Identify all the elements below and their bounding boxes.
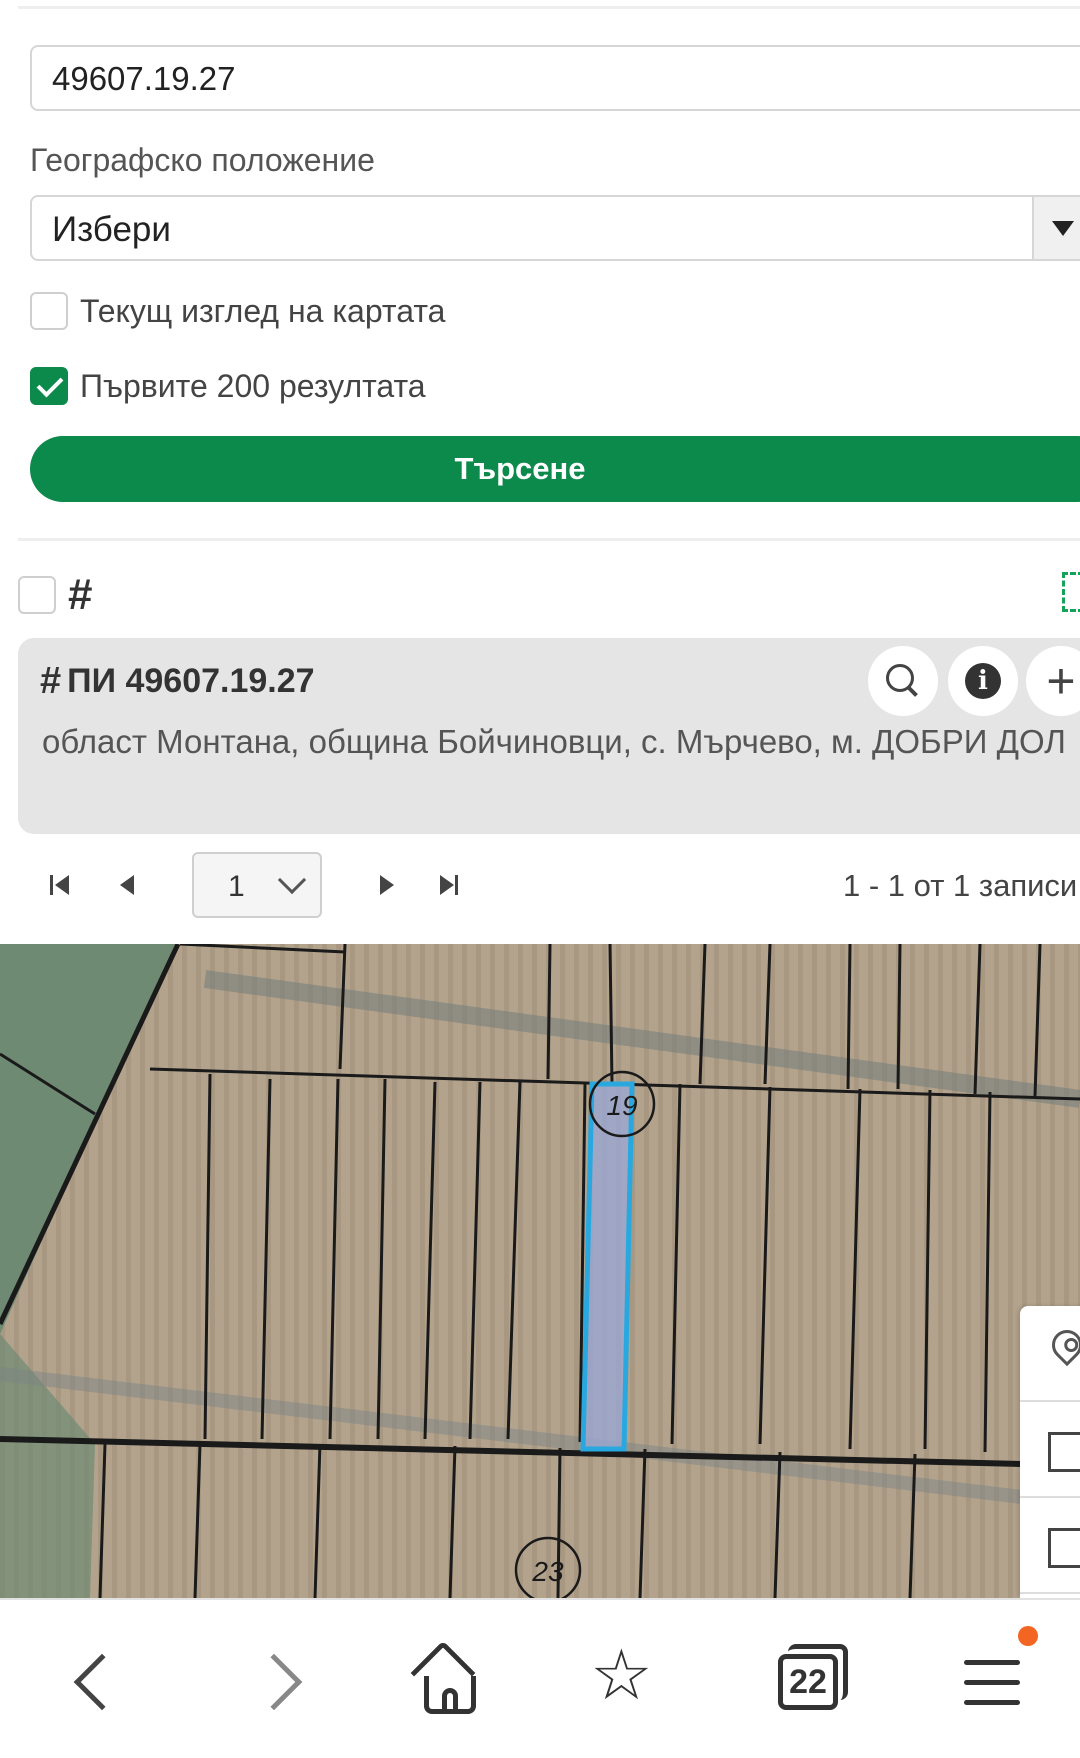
- result-address: област Монтана, община Бойчиновци, с. Мъ…: [42, 723, 1066, 760]
- pagination: 1 1 - 1 от 1 записи: [0, 850, 1080, 920]
- next-page-icon: [380, 875, 394, 895]
- map-label-19: 19: [606, 1090, 637, 1121]
- result-title: # ПИ 49607.19.27: [40, 660, 315, 703]
- first-200-row: Първите 200 резултата: [30, 367, 426, 405]
- zoom-to-results-icon[interactable]: [1062, 572, 1080, 612]
- menu-button[interactable]: [950, 1640, 1040, 1730]
- hamburger-icon-bottom: [964, 1700, 1020, 1705]
- bookmarks-button[interactable]: ☆: [586, 1640, 676, 1730]
- last-page-bar-icon: [455, 875, 458, 895]
- star-icon: ☆: [590, 1636, 653, 1714]
- result-card[interactable]: # ПИ 49607.19.27 i + област Монтана, общ…: [18, 638, 1080, 834]
- current-view-row: Текущ изглед на картата: [30, 292, 445, 330]
- top-divider: [18, 6, 1080, 9]
- first-page-button[interactable]: [48, 870, 78, 900]
- notification-dot: [1018, 1626, 1038, 1646]
- result-title-text: ПИ 49607.19.27: [67, 662, 315, 700]
- location-select-toggle[interactable]: [1032, 197, 1080, 259]
- add-parcel-button[interactable]: +: [1026, 646, 1080, 716]
- map-label-23: 23: [531, 1556, 564, 1587]
- last-page-button[interactable]: [438, 870, 468, 900]
- page-number-select[interactable]: 1: [192, 852, 322, 918]
- location-select-value: Избери: [52, 210, 171, 249]
- location-tool-button[interactable]: [1020, 1306, 1080, 1402]
- home-icon-door: [442, 1688, 458, 1714]
- first-page-icon: [55, 875, 69, 895]
- page-number-value: 1: [228, 870, 245, 903]
- forward-button[interactable]: [240, 1640, 330, 1730]
- search-icon: [886, 664, 920, 698]
- home-button[interactable]: [406, 1640, 496, 1730]
- location-pin-icon: [1045, 1323, 1080, 1367]
- parcel-search-input[interactable]: 49607.19.27: [30, 45, 1080, 111]
- map-field-background: [0, 944, 1080, 1598]
- map-toolbar: [1020, 1306, 1080, 1598]
- map-tool-button-2[interactable]: [1020, 1498, 1080, 1594]
- hash-icon: #: [68, 570, 93, 619]
- plus-icon: +: [1046, 653, 1076, 709]
- forward-arrow-icon: [245, 1653, 303, 1711]
- browser-bottom-nav: ☆ 22: [0, 1598, 1080, 1758]
- prev-page-button[interactable]: [116, 870, 146, 900]
- current-view-label: Текущ изглед на картата: [80, 292, 446, 329]
- zoom-to-parcel-button[interactable]: [868, 646, 938, 716]
- square-icon: [1048, 1432, 1080, 1472]
- tabs-button[interactable]: 22: [766, 1640, 856, 1730]
- info-icon: i: [965, 663, 1001, 699]
- square-icon: [1048, 1528, 1080, 1568]
- current-view-checkbox[interactable]: [30, 292, 68, 330]
- last-page-icon: [440, 875, 454, 895]
- location-label: Географско положение: [30, 142, 375, 178]
- back-button[interactable]: [52, 1640, 142, 1730]
- search-button[interactable]: Търсене: [30, 436, 1080, 502]
- parcel-hash-icon: #: [40, 660, 62, 702]
- first-200-label: Първите 200 резултата: [80, 367, 426, 404]
- first-page-bar-icon: [50, 875, 53, 895]
- tabs-count: 22: [778, 1654, 838, 1710]
- first-200-checkbox[interactable]: [30, 367, 68, 405]
- hamburger-icon-mid: [964, 1680, 1020, 1685]
- select-all-checkbox[interactable]: [18, 576, 56, 614]
- back-arrow-icon: [73, 1653, 131, 1711]
- caret-down-icon: [1052, 221, 1074, 236]
- map-tool-button-1[interactable]: [1020, 1402, 1080, 1498]
- pagination-summary: 1 - 1 от 1 записи: [843, 868, 1078, 903]
- chevron-down-icon: [277, 865, 307, 895]
- selected-parcel-highlight: [580, 1081, 635, 1452]
- next-page-button[interactable]: [376, 870, 406, 900]
- section-divider: [18, 538, 1080, 541]
- cadastral-map[interactable]: 19 23: [0, 944, 1080, 1598]
- prev-page-icon: [120, 875, 134, 895]
- hamburger-icon: [964, 1660, 1020, 1665]
- search-button-label: Търсене: [454, 451, 586, 486]
- location-select[interactable]: Избери: [30, 195, 1080, 261]
- results-header: #: [18, 570, 92, 620]
- parcel-info-button[interactable]: i: [948, 646, 1018, 716]
